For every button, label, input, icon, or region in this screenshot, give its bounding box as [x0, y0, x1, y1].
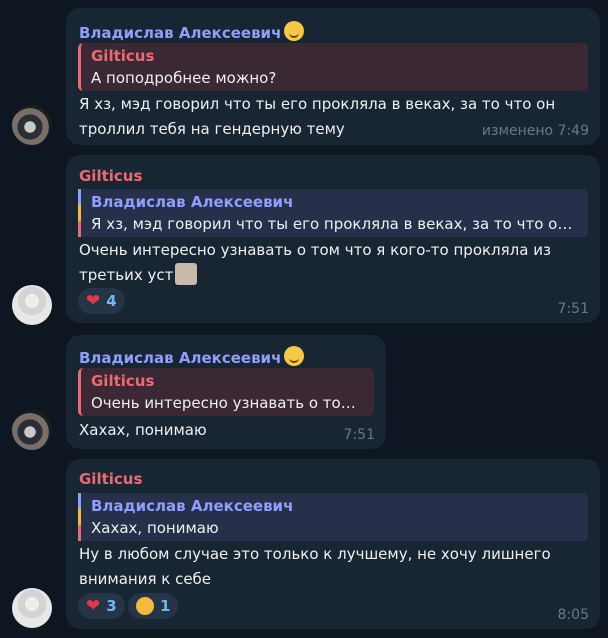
message-text: Очень интересно узнавать о том что я ког… [79, 238, 588, 288]
avatar[interactable] [12, 105, 52, 145]
reply-quote[interactable]: Gilticus Очень интересно узнавать о том … [78, 368, 374, 416]
reaction-count: 1 [160, 597, 171, 615]
message-text: Хахах, понимаю [79, 418, 374, 443]
reply-quote[interactable]: Владислав Алексеевич Хахах, понимаю [78, 493, 588, 541]
message-time: 8:05 [557, 607, 589, 623]
message-bubble[interactable]: Владислав Алексеевич Gilticus А поподроб… [66, 8, 600, 145]
message-line: третьих уст [79, 266, 174, 284]
message-time: 7:51 [343, 427, 375, 443]
reply-sender: Gilticus [91, 372, 155, 390]
heart-icon: ❤ [86, 291, 101, 311]
reaction-smiling-hearts[interactable]: 1 [128, 593, 179, 619]
sender-name-label: Владислав Алексеевич [79, 24, 282, 42]
sender-name[interactable]: Владислав Алексеевич [79, 346, 305, 367]
reaction-heart[interactable]: ❤ 4 [78, 288, 125, 314]
reply-quote[interactable]: Владислав Алексеевич Я хз, мэд говорил ч… [78, 189, 588, 237]
smiling-emoji-icon [284, 346, 305, 366]
avatar[interactable] [12, 285, 52, 325]
smiling-emoji-icon [284, 21, 305, 41]
message-bubble[interactable]: Gilticus Владислав Алексеевич Я хз, мэд … [66, 155, 600, 323]
reply-quote[interactable]: Gilticus А поподробнее можно? [78, 43, 588, 91]
message-time: изменено 7:49 [481, 123, 589, 139]
reaction-heart[interactable]: ❤ 3 [78, 593, 125, 619]
message-line: Ну в любом случае это только к лучшему, … [79, 545, 551, 563]
reply-text: Очень интересно узнавать о том … [91, 394, 366, 412]
message-line: внимания к себе [79, 570, 212, 588]
reaction-count: 3 [106, 597, 117, 615]
message-text: Ну в любом случае это только к лучшему, … [79, 542, 588, 592]
sender-name-label: Владислав Алексеевич [79, 349, 282, 367]
reply-text: Я хз, мэд говорил что ты его прокляла в … [91, 215, 580, 233]
heart-icon: ❤ [86, 596, 101, 616]
message-line: Хахах, понимаю [79, 421, 207, 439]
reply-sender: Владислав Алексеевич [91, 193, 294, 211]
message-line: Очень интересно узнавать о том что я ког… [79, 241, 551, 259]
custom-emoji-icon [175, 263, 198, 285]
sender-name[interactable]: Gilticus [79, 470, 142, 488]
message-line: Я хз, мэд говорил что ты его прокляла в … [79, 95, 556, 113]
avatar[interactable] [12, 410, 52, 450]
reply-sender: Владислав Алексеевич [91, 497, 294, 515]
message-time: 7:51 [557, 301, 589, 317]
reply-text: Хахах, понимаю [91, 519, 219, 537]
sender-name[interactable]: Gilticus [79, 167, 142, 185]
reply-sender: Gilticus [91, 47, 155, 65]
message-bubble[interactable]: Владислав Алексеевич Gilticus Очень инте… [66, 335, 386, 449]
reply-text: А поподробнее можно? [91, 69, 277, 87]
message-bubble[interactable]: Gilticus Владислав Алексеевич Хахах, пон… [66, 459, 600, 629]
smiling-face-with-hearts-icon [136, 597, 154, 615]
reaction-count: 4 [106, 292, 117, 310]
avatar[interactable] [12, 588, 52, 628]
sender-name[interactable]: Владислав Алексеевич [79, 21, 305, 42]
